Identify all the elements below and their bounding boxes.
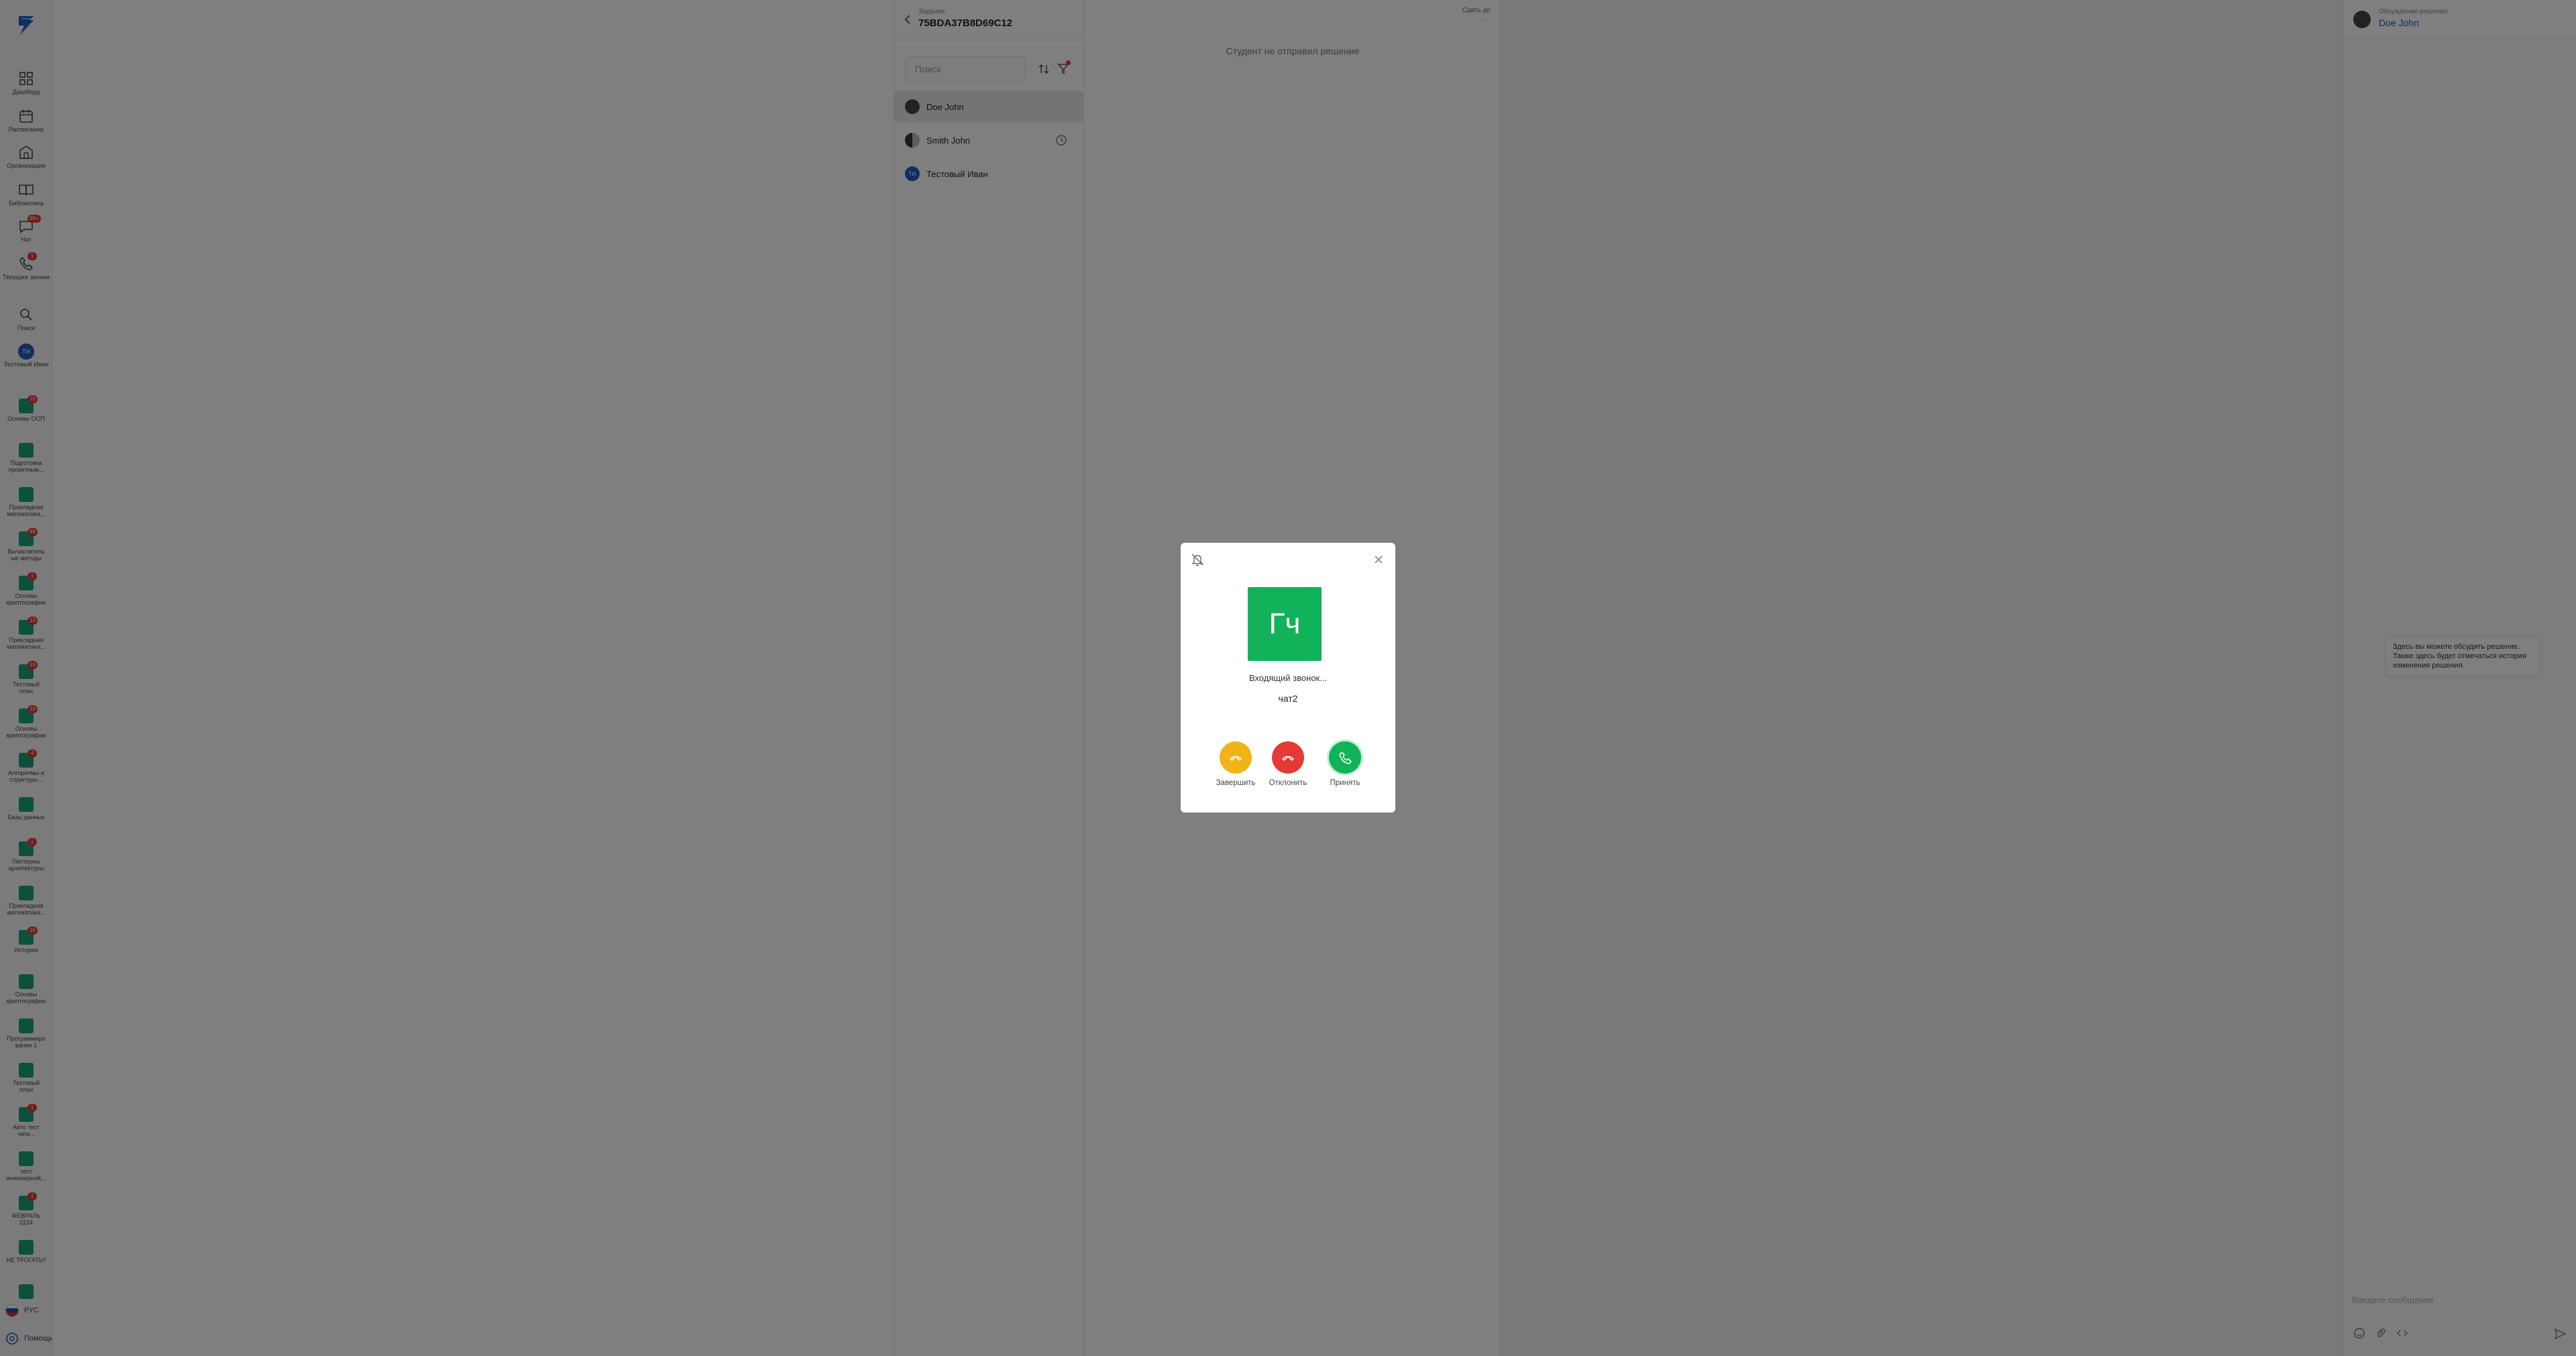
accept-call-circle[interactable] xyxy=(1329,741,1361,774)
close-icon[interactable] xyxy=(1373,554,1385,566)
decline-call-circle[interactable] xyxy=(1272,741,1304,774)
decline-call-button[interactable]: Отклонить xyxy=(1258,741,1318,787)
phone-icon xyxy=(1339,751,1352,764)
caller-name: чат2 xyxy=(1278,693,1298,704)
decline-icon xyxy=(1281,755,1295,761)
accept-call-button[interactable]: Принять xyxy=(1315,741,1375,787)
call-status: Входящий звонок... xyxy=(1248,673,1328,683)
end-call-button[interactable]: Завершить xyxy=(1205,741,1266,787)
accept-call-label: Принять xyxy=(1330,779,1360,787)
incoming-call-dialog: Гч Входящий звонок... чат2 Завершить Отк… xyxy=(1181,543,1395,813)
decline-call-label: Отклонить xyxy=(1269,779,1307,787)
caller-avatar: Гч xyxy=(1248,587,1322,661)
hangup-icon xyxy=(1229,755,1242,761)
bell-off-icon[interactable] xyxy=(1190,552,1205,567)
end-call-circle[interactable] xyxy=(1220,741,1252,774)
end-call-label: Завершить xyxy=(1216,779,1256,787)
